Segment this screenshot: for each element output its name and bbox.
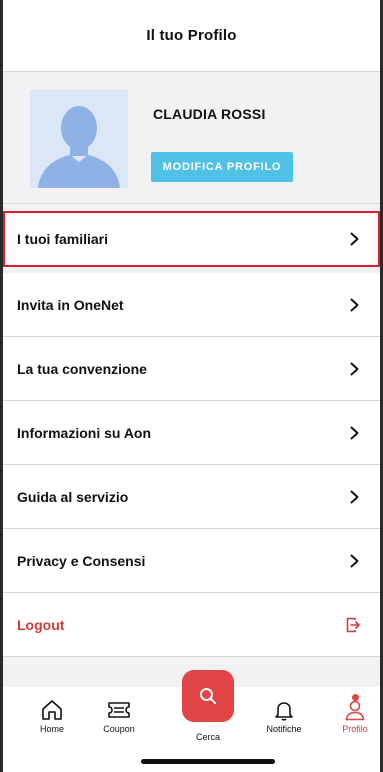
ticket-icon [108,702,130,718]
menu-item-label: I tuoi familiari [17,231,109,247]
chevron-right-icon [350,232,360,246]
search-button[interactable] [182,670,234,722]
menu-item-service-guide[interactable]: Guida al servizio [3,465,380,529]
chevron-right-icon [350,426,360,440]
active-indicator-dot [352,694,359,701]
page-title: Il tuo Profilo [146,27,237,44]
app-screen: Il tuo Profilo CLAUDIA ROSSI MODIFICA PR… [0,0,383,772]
chevron-right-icon [350,554,360,568]
menu-item-about-aon[interactable]: Informazioni su Aon [3,401,380,465]
tab-label: Home [39,724,64,734]
user-name: CLAUDIA ROSSI [153,106,266,122]
tab-label: Profilo [342,724,368,734]
tab-label: Notifiche [266,724,302,734]
logout-icon [346,617,360,633]
profile-menu: I tuoi familiari Invita in OneNet La tua… [3,209,380,657]
profile-card: CLAUDIA ROSSI MODIFICA PROFILO [3,73,380,204]
search-icon [200,688,216,704]
tab-label: Cerca [195,732,220,742]
home-indicator [141,759,275,764]
tab-home[interactable]: Home [22,699,82,734]
home-icon [42,700,62,720]
menu-item-invite[interactable]: Invita in OneNet [3,273,380,337]
menu-item-convention[interactable]: La tua convenzione [3,337,380,401]
menu-item-label: Privacy e Consensi [17,552,146,569]
avatar-silhouette-icon [30,90,128,188]
bell-icon [275,702,293,721]
menu-item-label: Guida al servizio [17,488,129,505]
menu-item-label: Invita in OneNet [17,296,124,313]
tab-label: Coupon [103,724,135,734]
menu-item-privacy[interactable]: Privacy e Consensi [3,529,380,593]
chevron-right-icon [350,490,360,504]
avatar[interactable] [30,90,128,188]
logout-label: Logout [17,616,65,633]
tab-search[interactable]: Cerca [178,729,238,742]
chevron-right-icon [350,362,360,376]
tab-notifications[interactable]: Notifiche [254,699,314,734]
tab-profile[interactable]: Profilo [325,699,380,734]
user-icon [345,700,365,721]
menu-item-family[interactable]: I tuoi familiari [3,211,380,267]
menu-item-label: La tua convenzione [17,360,147,377]
header: Il tuo Profilo [3,0,380,72]
tab-coupon[interactable]: Coupon [89,699,149,734]
menu-item-label: Informazioni su Aon [17,424,152,441]
edit-profile-button[interactable]: MODIFICA PROFILO [151,152,293,182]
logout-button[interactable]: Logout [3,593,380,657]
chevron-right-icon [350,298,360,312]
